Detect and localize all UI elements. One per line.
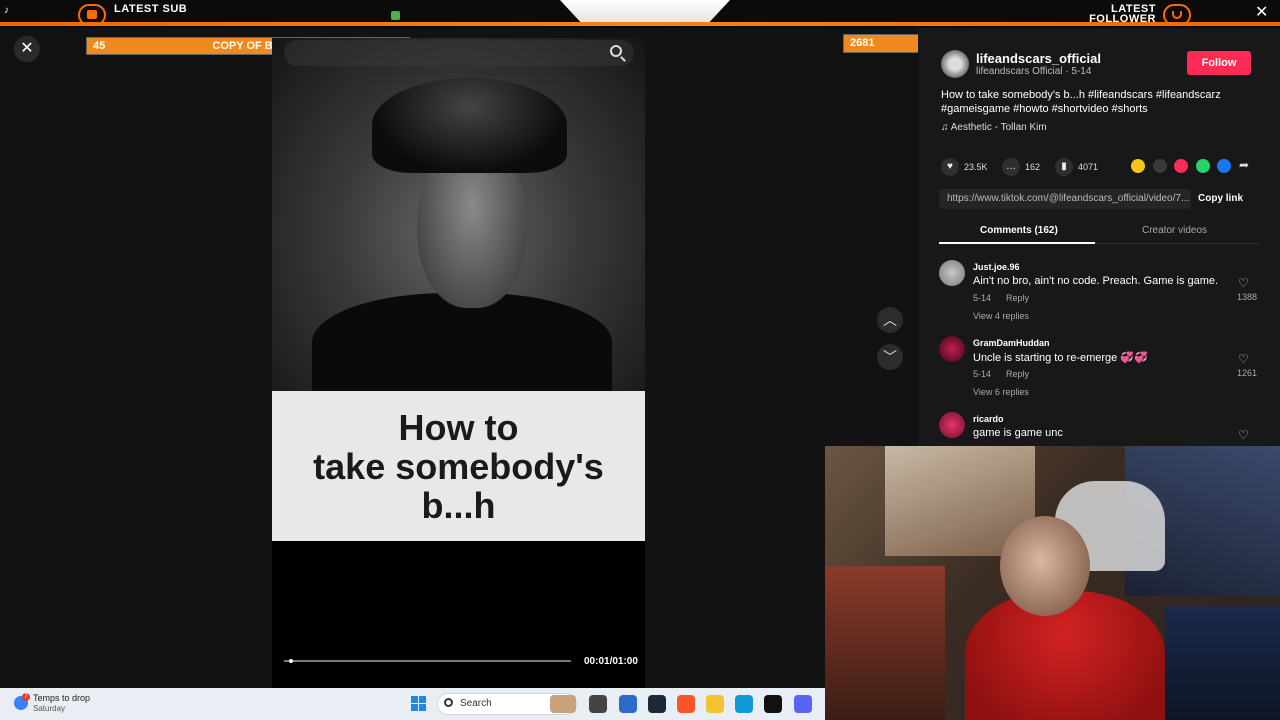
send-icon[interactable] — [1174, 159, 1188, 173]
close-icon[interactable]: ✕ — [1255, 2, 1268, 22]
weather-title[interactable]: Temps to drop — [33, 693, 90, 703]
caption-line-3: b...h — [421, 485, 496, 526]
green-c-icon — [391, 11, 400, 20]
taskbar-search-placeholder: Search — [460, 698, 492, 709]
notepad-icon[interactable] — [619, 695, 637, 713]
search-highlight-icon[interactable] — [550, 695, 576, 713]
tab-comments[interactable]: Comments (162) — [980, 225, 1058, 236]
video-person-cap — [372, 78, 567, 173]
music-info[interactable]: ♫ Aesthetic - Tollan Kim — [941, 122, 1047, 133]
comment-date: 5-14 — [973, 293, 992, 303]
search-icon — [444, 698, 453, 707]
tiktok-app-icon[interactable] — [764, 695, 782, 713]
music-icon: ♫ — [941, 122, 949, 133]
discord-icon[interactable] — [794, 695, 812, 713]
comment-avatar[interactable] — [939, 412, 965, 438]
video-person-torso — [312, 293, 612, 403]
weather-subtitle: Saturday — [33, 704, 66, 713]
streamer-head — [1000, 516, 1090, 616]
likes-count: 23.5K — [964, 162, 988, 172]
video-player[interactable]: How to take somebody's b...h 00:01/01:00 — [272, 38, 645, 688]
comment-like-count: 1261 — [1236, 368, 1257, 378]
comment-username[interactable]: Just.joe.96 — [973, 262, 1020, 272]
view-replies-button[interactable]: View 4 replies — [973, 311, 1029, 321]
whatsapp-icon[interactable] — [1196, 159, 1210, 173]
video-search-bar[interactable] — [284, 40, 634, 66]
bookmark-icon[interactable]: ▮ — [1055, 158, 1073, 176]
stream-overlay-center-plate — [560, 0, 730, 22]
video-progress-track[interactable] — [284, 660, 571, 662]
comment-icon[interactable]: … — [1002, 158, 1020, 176]
comment-text: Uncle is starting to re-emerge 💞💞 — [973, 352, 1148, 364]
twitch-sub-icon — [78, 4, 106, 26]
previous-video-button[interactable]: ︿ — [877, 307, 903, 333]
steam-icon[interactable] — [648, 695, 666, 713]
close-video-button[interactable]: ✕ — [14, 36, 40, 62]
task-view-icon[interactable] — [589, 695, 607, 713]
file-explorer-icon[interactable] — [706, 695, 724, 713]
saves-count: 4071 — [1078, 162, 1099, 172]
comment-reply-button[interactable]: Reply — [1006, 293, 1029, 303]
latest-sub-label: LATEST SUB — [114, 3, 188, 15]
edge-icon[interactable] — [735, 695, 753, 713]
comment-text: game is game unc — [973, 427, 1063, 439]
comment-like-count: 1388 — [1236, 292, 1257, 302]
post-description: How to take somebody's b...h #lifeandsca… — [941, 89, 1221, 115]
comment-text: Ain't no bro, ain't no code. Preach. Gam… — [973, 275, 1219, 287]
like-icon[interactable]: ♥ — [941, 158, 959, 176]
comment-avatar[interactable] — [939, 260, 965, 286]
view-replies-button[interactable]: View 6 replies — [973, 387, 1029, 397]
comment-reply-button[interactable]: Reply — [1006, 369, 1029, 379]
tab-active-underline — [939, 242, 1095, 244]
embed-icon[interactable] — [1153, 159, 1167, 173]
shoe-boxes — [825, 566, 945, 720]
search-icon[interactable] — [610, 45, 622, 57]
music-title: Aesthetic - Tollan Kim — [950, 122, 1047, 133]
share-arrow-icon[interactable]: ➦ — [1239, 158, 1249, 172]
facebook-icon[interactable] — [1217, 159, 1231, 173]
windows-start-icon[interactable] — [411, 696, 427, 712]
latest-follower-label: LATEST FOLLOWER — [1089, 3, 1156, 25]
comments-count: 162 — [1025, 162, 1041, 172]
comment-date: 5-14 — [973, 369, 992, 379]
video-link-field[interactable]: https://www.tiktok.com/@lifeandscars_off… — [939, 189, 1191, 209]
video-frame — [272, 38, 645, 403]
caption-line-1: How to — [398, 407, 519, 448]
comment-username[interactable]: GramDamHuddan — [973, 338, 1050, 348]
tiktok-icon: ♪ — [4, 5, 9, 16]
comment-username[interactable]: ricardo — [973, 414, 1004, 424]
wall-poster — [1165, 606, 1280, 720]
comment-like-icon[interactable]: ♡ — [1238, 428, 1249, 442]
video-time: 00:01/01:00 — [584, 656, 638, 667]
comment-like-icon[interactable]: ♡ — [1238, 276, 1249, 290]
brave-icon[interactable] — [677, 695, 695, 713]
video-progress-thumb[interactable] — [288, 659, 293, 663]
tab-creator-videos[interactable]: Creator videos — [1142, 225, 1207, 236]
copy-link-button[interactable]: Copy link — [1198, 193, 1243, 204]
weather-badge: 7 — [22, 693, 30, 701]
creator-username[interactable]: lifeandscars_official — [976, 51, 1101, 66]
webcam-feed — [825, 446, 1280, 720]
caption-line-2: take somebody's — [313, 446, 604, 487]
next-video-button[interactable]: ﹀ — [877, 344, 903, 370]
follow-button[interactable]: Follow — [1187, 51, 1251, 75]
creator-display: lifeandscars Official · 5-14 — [976, 66, 1092, 77]
video-caption: How to take somebody's b...h — [272, 391, 645, 541]
comment-like-icon[interactable]: ♡ — [1238, 352, 1249, 366]
creator-avatar[interactable] — [941, 50, 969, 78]
heart-follower-icon — [1163, 4, 1191, 26]
comment-avatar[interactable] — [939, 336, 965, 362]
coin-share-icon[interactable] — [1131, 159, 1145, 173]
